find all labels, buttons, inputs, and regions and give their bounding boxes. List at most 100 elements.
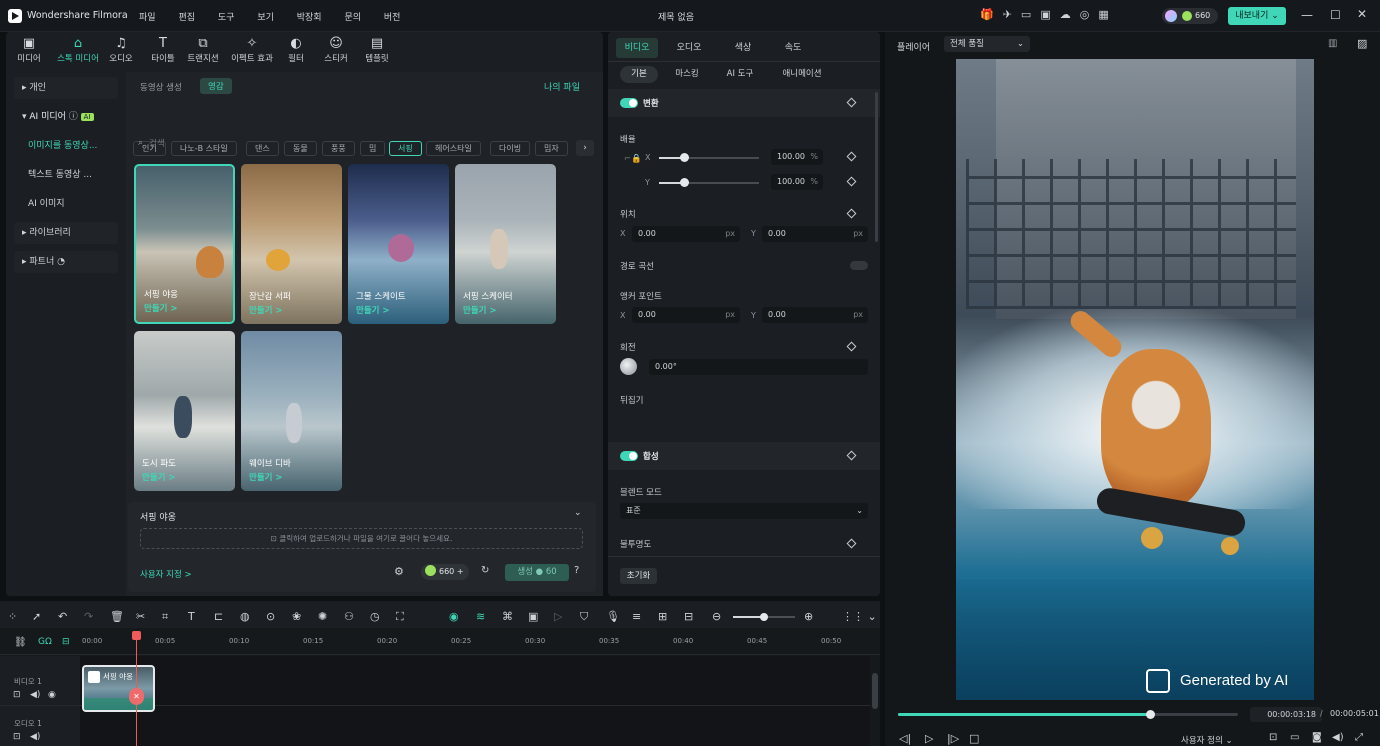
crop-icon[interactable]: ⌗ xyxy=(162,610,168,624)
mode-inspiration[interactable]: 영감 xyxy=(200,78,232,94)
subtab-ai-tools[interactable]: AI 도구 xyxy=(716,66,764,83)
crop-frame-icon[interactable]: ⊏ xyxy=(214,610,223,623)
snapshot-icon[interactable]: ▣ xyxy=(528,610,538,623)
quality-select[interactable]: 전체 품질 ⌄ xyxy=(944,36,1030,52)
keyframe-diamond-icon[interactable] xyxy=(846,176,857,187)
card-make-link[interactable]: 만들기 > xyxy=(463,304,497,316)
scale-y-field[interactable]: 100.00% xyxy=(771,174,823,190)
ai-settings-icon[interactable]: ⚙ xyxy=(394,565,404,578)
keyframe-diamond-icon[interactable] xyxy=(846,208,857,219)
tab-stickers[interactable]: ☺ 스티커 xyxy=(313,36,359,66)
transform-toggle[interactable] xyxy=(620,98,638,108)
close-icon[interactable]: ✕ xyxy=(1357,7,1367,21)
search-input[interactable] xyxy=(149,136,329,152)
sidebar-item-ai-media[interactable]: ▾ AI 미디어 ⓘ AI xyxy=(14,106,118,128)
subtab-masking[interactable]: 마스킹 xyxy=(666,66,708,83)
keyframe-diamond-icon[interactable] xyxy=(846,538,857,549)
track-audio-icon[interactable]: ◀) xyxy=(30,690,40,700)
menu-export[interactable]: 박장회 xyxy=(297,10,322,23)
playhead-handle[interactable] xyxy=(132,631,141,640)
sidebar-item-ai-image[interactable]: AI 이미지 xyxy=(20,193,124,215)
composite-toggle[interactable] xyxy=(620,451,638,461)
cloud-icon[interactable]: ☁ xyxy=(1060,8,1080,21)
chip-meme2[interactable]: 밈자 xyxy=(535,141,568,156)
storyboard-icon[interactable]: ⊞ xyxy=(658,610,667,623)
subtab-animation[interactable]: 애니메이션 xyxy=(772,66,832,83)
progress-knob[interactable] xyxy=(1145,710,1155,719)
tab-stock-media[interactable]: ⌂ 스톡 미디어 xyxy=(52,36,104,66)
sidebar-item-library[interactable]: ▸ 라이브러리 xyxy=(14,222,118,244)
credit-add-pill[interactable]: 660 + xyxy=(421,564,469,580)
composite-section-header[interactable]: 합성 xyxy=(608,442,880,470)
menu-version[interactable]: 버전 xyxy=(384,10,401,23)
zoom-in-icon[interactable]: ⊕ xyxy=(804,610,813,623)
scale-x-field[interactable]: 100.00% xyxy=(771,149,823,165)
audio-mix-icon[interactable]: ≡ xyxy=(632,610,641,623)
track-manage-icon[interactable]: ⊟ xyxy=(62,637,70,647)
menu-file[interactable]: 파일 xyxy=(139,10,156,23)
fullscreen-icon[interactable]: ⤢ xyxy=(1355,732,1363,743)
menu-help[interactable]: 문의 xyxy=(344,10,361,23)
card-make-link[interactable]: 만들기 > xyxy=(249,471,283,483)
sticker-timeline-icon[interactable]: ⌘ xyxy=(502,610,513,623)
auto-ripple-icon[interactable]: ≋ xyxy=(476,610,485,623)
blend-mode-select[interactable]: 표준 ⌄ xyxy=(620,503,868,519)
tab-audio[interactable]: ♫ 오디오 xyxy=(98,36,144,66)
timeline-scrollbar[interactable] xyxy=(872,673,878,709)
marker-icon[interactable]: ⊡ xyxy=(1269,732,1277,743)
collapse-chevron-icon[interactable]: ⌄ xyxy=(574,508,582,518)
sidebar-item-text-to-video[interactable]: 텍스트 동영상 ... xyxy=(20,164,124,186)
next-frame-icon[interactable]: |▷ xyxy=(947,732,959,745)
rotate-field[interactable]: 0.00° xyxy=(649,359,868,375)
template-card-wave-diva[interactable]: 웨이브 디바 만들기 > xyxy=(241,331,342,491)
minimize-icon[interactable]: — xyxy=(1301,8,1313,22)
text-icon[interactable]: T xyxy=(188,610,195,623)
headset-icon[interactable]: ◎ xyxy=(1080,8,1099,21)
grid-icon[interactable]: ▦ xyxy=(1098,8,1117,21)
play-icon[interactable]: ▷ xyxy=(925,732,933,745)
anchor-x-field[interactable]: 0.00 px xyxy=(632,307,740,323)
tab-transitions[interactable]: ⧉ 트랜지션 xyxy=(180,36,226,66)
play-range-icon[interactable]: ▷ xyxy=(554,610,562,623)
stop-icon[interactable]: □ xyxy=(969,732,979,745)
rotate-dial[interactable] xyxy=(620,358,637,375)
sidebar-item-partner[interactable]: ▸ 파트너 ◔ xyxy=(14,251,118,273)
position-y-field[interactable]: 0.00 px xyxy=(762,226,868,242)
speed-icon[interactable]: ◍ xyxy=(240,610,250,623)
shield-icon[interactable]: ⛉ xyxy=(580,610,588,624)
fit-screen-icon[interactable]: ⛶ xyxy=(396,610,404,624)
magnet-icon[interactable]: GΩ xyxy=(38,637,52,647)
zoom-fit-icon[interactable]: ⊙ xyxy=(266,610,275,623)
ai-effect-icon[interactable]: ✺ xyxy=(318,610,327,623)
link-icon[interactable]: ⛓ xyxy=(14,637,27,648)
chip-surfing[interactable]: 서핑 xyxy=(389,141,422,156)
scale-y-slider[interactable] xyxy=(659,178,759,187)
card-make-link[interactable]: 만들기 > xyxy=(249,304,283,316)
panel-scrollbar[interactable] xyxy=(875,92,878,242)
tab-audio-props[interactable]: 오디오 xyxy=(668,38,710,58)
volume-icon[interactable]: ◀) xyxy=(1332,732,1344,743)
menu-view[interactable]: 보기 xyxy=(257,10,274,23)
link-scale-icon[interactable]: ⌐🔒 xyxy=(624,154,642,164)
reset-button[interactable]: 초기화 xyxy=(620,568,657,584)
redo-icon[interactable]: ↷ xyxy=(84,610,93,623)
render-preview-select[interactable]: 사용자 정의 ⌄ xyxy=(1181,734,1233,746)
card-make-link[interactable]: 만들기 > xyxy=(356,304,390,316)
keyframe-diamond-icon[interactable] xyxy=(846,341,857,352)
chip-diving[interactable]: 다이빙 xyxy=(490,141,531,156)
timer-icon[interactable]: ◷ xyxy=(370,610,380,623)
scale-x-knob[interactable] xyxy=(680,153,689,162)
delete-icon[interactable]: 🗑 xyxy=(110,610,124,623)
cut-scissors-icon[interactable]: ✂ xyxy=(136,610,145,623)
help-icon[interactable]: ? xyxy=(574,565,579,576)
card-make-link[interactable]: 만들기 > xyxy=(144,302,178,314)
maximize-icon[interactable]: ☐ xyxy=(1330,8,1341,22)
video-clip[interactable]: 서핑 야옹 xyxy=(82,665,155,712)
keyframe-diamond-icon[interactable] xyxy=(846,97,857,108)
snapshot-image-icon[interactable]: ▨ xyxy=(1357,37,1367,50)
template-card-toy-surfer[interactable]: 장난감 서퍼 만들기 > xyxy=(241,164,342,324)
more-options-icon[interactable]: ⋮⋮ ⌄ xyxy=(842,610,877,623)
gift-icon[interactable]: 🎁 xyxy=(980,8,1003,21)
send-icon[interactable]: ✈ xyxy=(1003,8,1021,21)
timeline-zoom-slider[interactable] xyxy=(733,613,795,621)
